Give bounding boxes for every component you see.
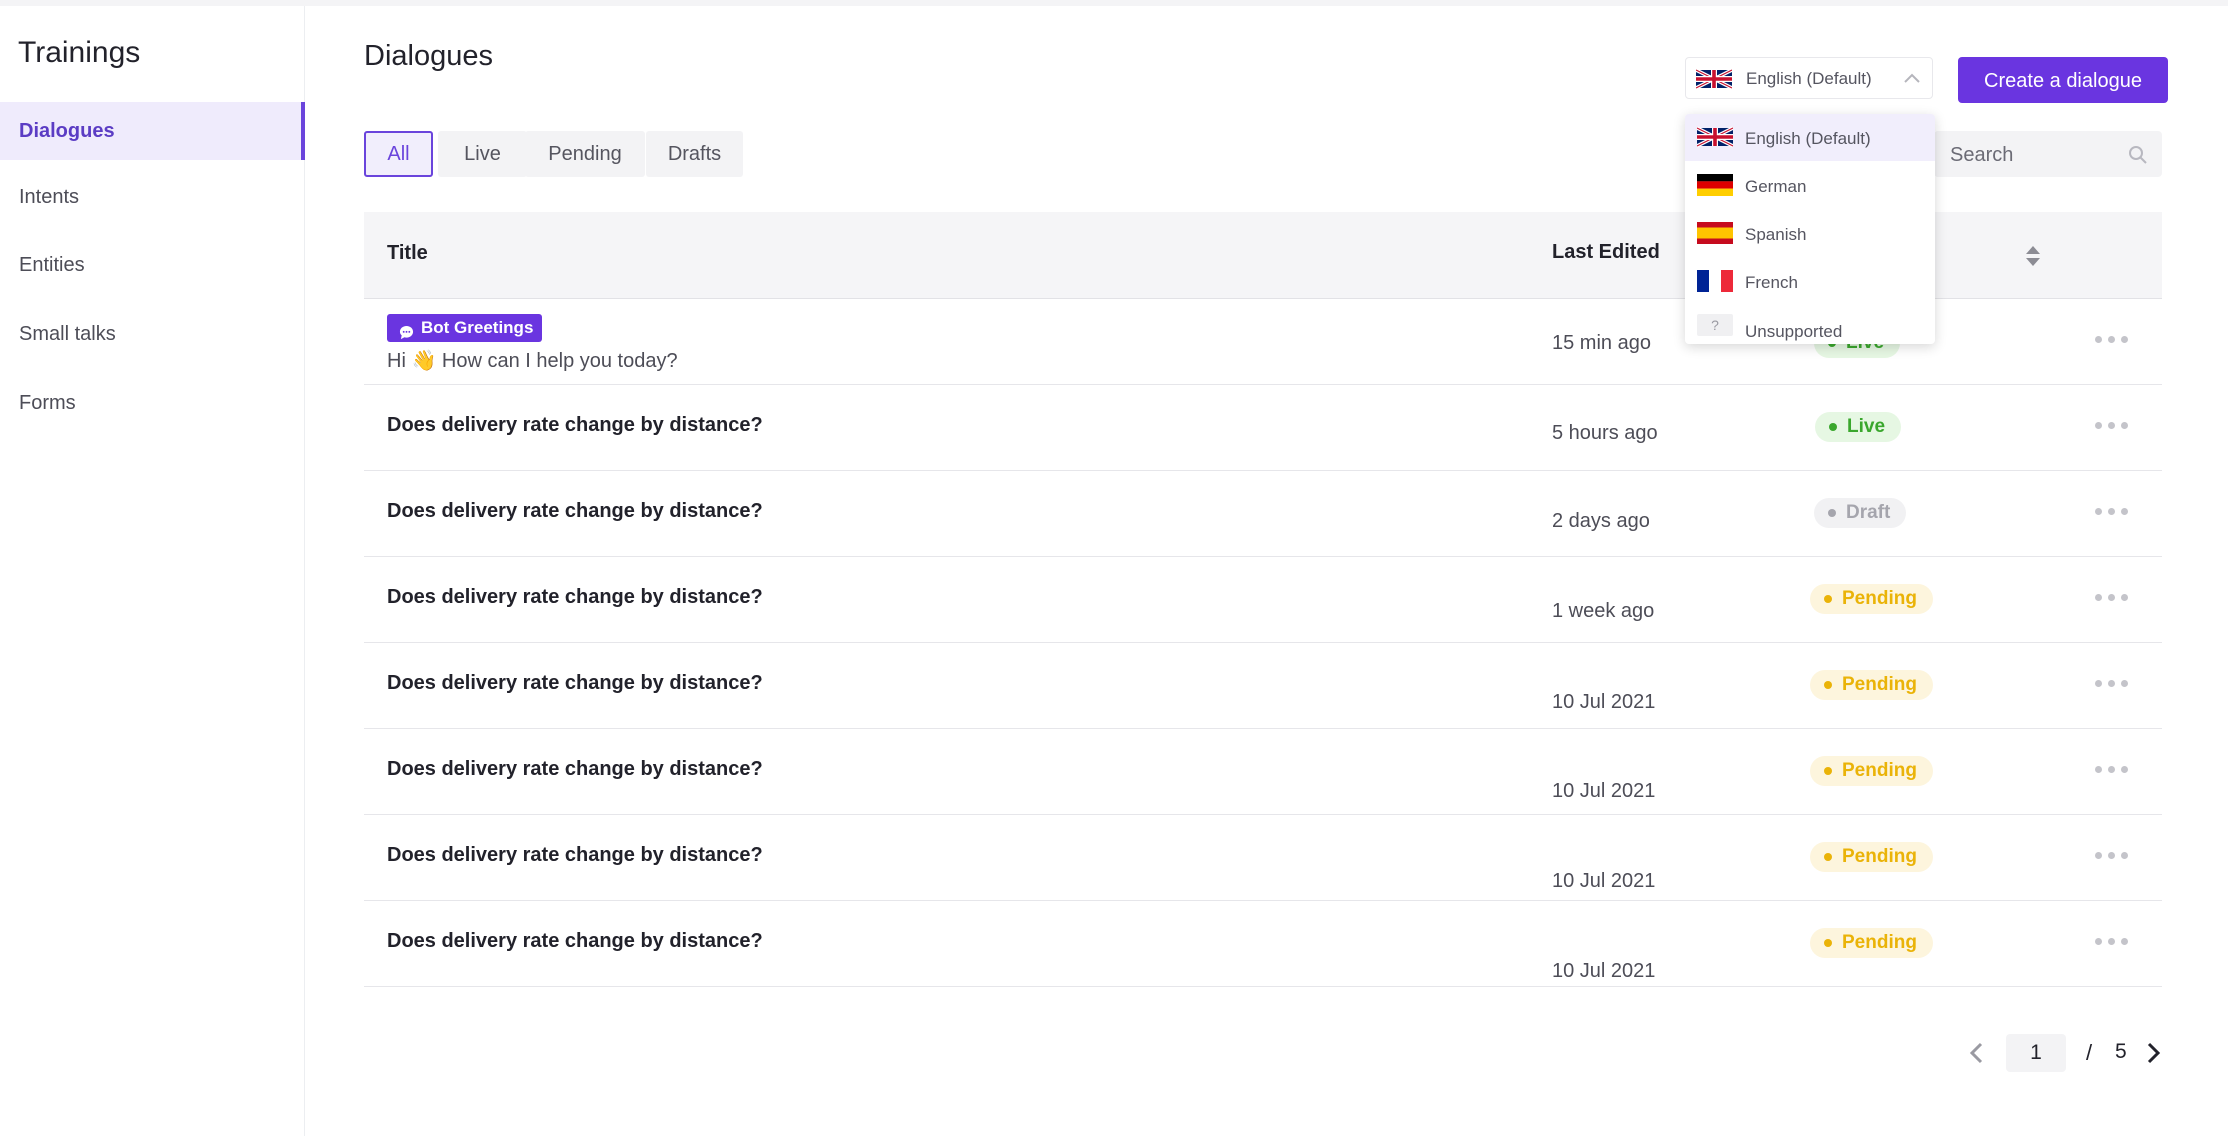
language-option-label: German [1745,177,1807,196]
table-row[interactable]: Does delivery rate change by distance? 1… [364,814,2162,901]
table-row[interactable]: Does delivery rate change by distance? 5… [364,384,2162,471]
row-title: Does delivery rate change by distance? [387,844,763,866]
table-row[interactable]: Does delivery rate change by distance? 2… [364,470,2162,557]
sidebar-item-forms[interactable]: Forms [0,374,304,432]
status-badge: Live [1815,412,1902,442]
germany-flag-icon [1697,174,1733,201]
tag-label: Bot Greetings [421,318,534,337]
sidebar-item-dialogues[interactable]: Dialogues [0,102,305,160]
more-options-icon[interactable] [2095,764,2129,774]
spain-flag-icon [1697,222,1733,249]
row-last-edited: 1 week ago [1552,600,1655,622]
status-badge: Pending [1810,584,1933,614]
more-options-icon[interactable] [2095,334,2129,344]
row-title: Does delivery rate change by distance? [387,586,763,608]
tab-all[interactable]: All [364,131,433,177]
language-option-unsupported[interactable]: ? Unsupported [1685,306,1935,344]
tab-pending[interactable]: Pending [525,131,645,177]
language-option-label: Unsupported [1745,322,1843,341]
sidebar-item-intents[interactable]: Intents [0,168,304,226]
language-option-spanish[interactable]: Spanish [1685,210,1935,257]
table-row[interactable]: Does delivery rate change by distance? 1… [364,728,2162,815]
sidebar-item-small-talks[interactable]: Small talks [0,305,304,363]
next-page-icon[interactable] [2142,1041,2164,1070]
tab-live[interactable]: Live [438,131,527,177]
language-option-label: English (Default) [1745,129,1871,148]
language-option-english[interactable]: English (Default) [1685,114,1935,161]
more-options-icon[interactable] [2095,678,2129,688]
status-badge: Draft [1814,498,1907,528]
page-number-input[interactable]: 1 [2006,1034,2066,1072]
status-badge: Pending [1810,670,1933,700]
row-last-edited: 5 hours ago [1552,422,1658,444]
chat-bubble-icon [399,321,414,349]
language-option-label: French [1745,273,1798,292]
uk-flag-icon [1695,68,1733,95]
france-flag-icon [1697,270,1733,297]
language-option-label: Spanish [1745,225,1807,244]
tab-drafts[interactable]: Drafts [646,131,743,177]
row-title: Does delivery rate change by distance? [387,930,763,952]
row-title: Does delivery rate change by distance? [387,672,763,694]
row-last-edited: 10 Jul 2021 [1552,780,1656,802]
chevron-up-icon [1902,70,1922,91]
sidebar-item-entities[interactable]: Entities [0,236,304,294]
row-last-edited: 15 min ago [1552,332,1651,354]
more-options-icon[interactable] [2095,936,2129,946]
table-row[interactable]: Does delivery rate change by distance? 1… [364,642,2162,729]
search-box [1934,131,2162,179]
uk-flag-icon [1696,126,1734,153]
page-separator: / [2086,1040,2093,1065]
more-options-icon[interactable] [2095,420,2129,430]
status-badge: Pending [1810,756,1933,786]
sort-icon[interactable] [2024,244,2042,273]
row-last-edited: 10 Jul 2021 [1552,960,1656,982]
create-dialogue-button[interactable]: Create a dialogue [1958,57,2168,103]
column-header-title[interactable]: Title [387,242,428,265]
language-select-value: English (Default) [1746,69,1872,88]
status-badge: Pending [1810,842,1933,872]
unsupported-flag-icon: ? [1697,314,1733,336]
previous-page-icon[interactable] [1966,1041,1988,1070]
language-dropdown-menu: English (Default) German Spanish French … [1685,114,1935,344]
language-option-french[interactable]: French [1685,258,1935,305]
row-title: Does delivery rate change by distance? [387,414,763,436]
table-row[interactable]: Does delivery rate change by distance? 1… [364,556,2162,643]
table-row[interactable]: Does delivery rate change by distance? 1… [364,900,2162,987]
language-select[interactable]: English (Default) [1685,57,1933,99]
search-input[interactable] [1948,131,2122,179]
row-last-edited: 2 days ago [1552,510,1650,532]
more-options-icon[interactable] [2095,506,2129,516]
page-total: 5 [2115,1040,2127,1063]
row-title: Hi 👋 How can I help you today? [387,350,678,372]
column-header-last-edited[interactable]: Last Edited [1552,241,1660,264]
language-option-german[interactable]: German [1685,162,1935,209]
more-options-icon[interactable] [2095,592,2129,602]
sidebar-title: Trainings [18,36,141,69]
row-title: Does delivery rate change by distance? [387,500,763,522]
row-last-edited: 10 Jul 2021 [1552,691,1656,713]
top-bar [0,0,2228,6]
row-title: Does delivery rate change by distance? [387,758,763,780]
sidebar: Trainings Dialogues Intents Entities Sma… [0,6,305,1136]
status-badge: Pending [1810,928,1933,958]
row-last-edited: 10 Jul 2021 [1552,870,1656,892]
page-title: Dialogues [364,40,493,72]
bot-greetings-tag: Bot Greetings [387,314,543,342]
more-options-icon[interactable] [2095,850,2129,860]
search-icon[interactable] [2128,145,2148,170]
